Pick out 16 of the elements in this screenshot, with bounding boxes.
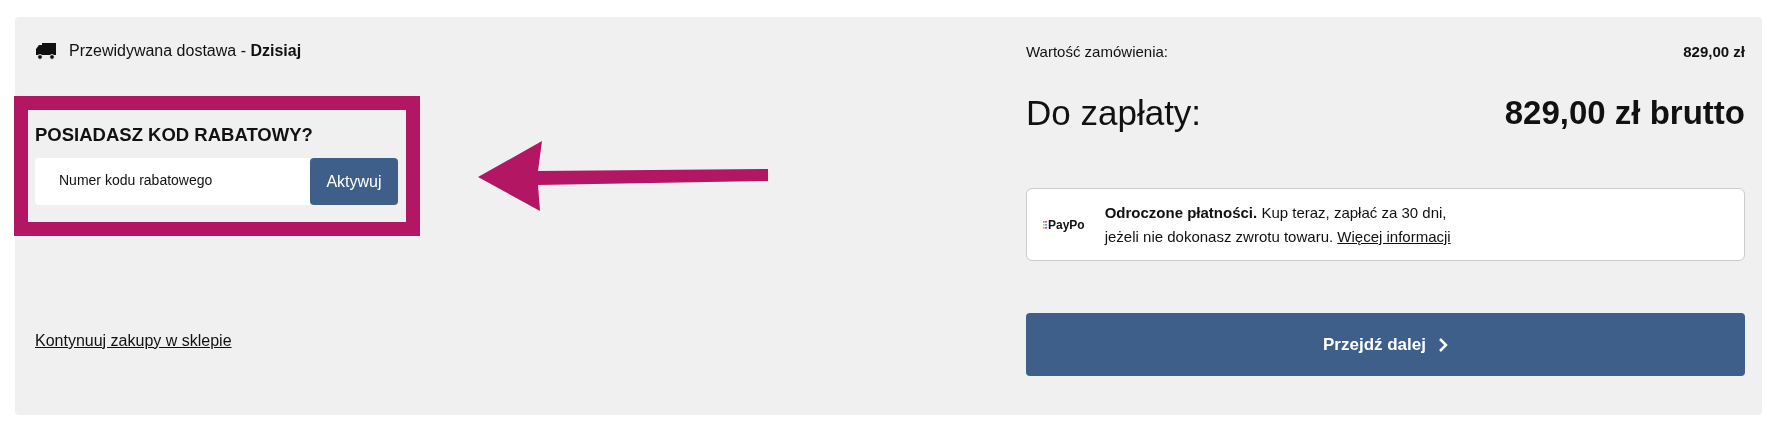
delivery-estimate: Przewidywana dostawa - Dzisiaj: [69, 42, 302, 60]
deferred-payment-text: Odroczone płatności. Kup teraz, zapłać za 30 dni, jeżeli nie dokonasz zwrotu towaru. Więcej informacji: [1104, 202, 1452, 247]
proceed-button[interactable]: Przejdź dalej: [1026, 313, 1745, 376]
total-amount: 829,00 zł brutto: [1504, 94, 1745, 132]
paypo-logo: PayPo: [1048, 217, 1085, 232]
order-value-label: Wartość zamówienia:: [1026, 42, 1168, 60]
continue-shopping-link[interactable]: Kontynuuj zakupy w sklepie: [35, 332, 232, 350]
more-info-link[interactable]: Więcej informacji: [1337, 227, 1451, 245]
dots-icon: [1043, 220, 1047, 229]
discount-heading: POSIADASZ KOD RABATOWY?: [35, 124, 314, 146]
total-label: Do zapłaty:: [1026, 93, 1202, 133]
chevron-right-icon: [1438, 337, 1448, 352]
truck-icon: [35, 42, 57, 60]
discount-code-field[interactable]: Numer kodu rabatowego: [35, 158, 310, 205]
activate-button[interactable]: Aktywuj: [310, 158, 398, 205]
order-value: 829,00 zł: [1683, 42, 1745, 60]
